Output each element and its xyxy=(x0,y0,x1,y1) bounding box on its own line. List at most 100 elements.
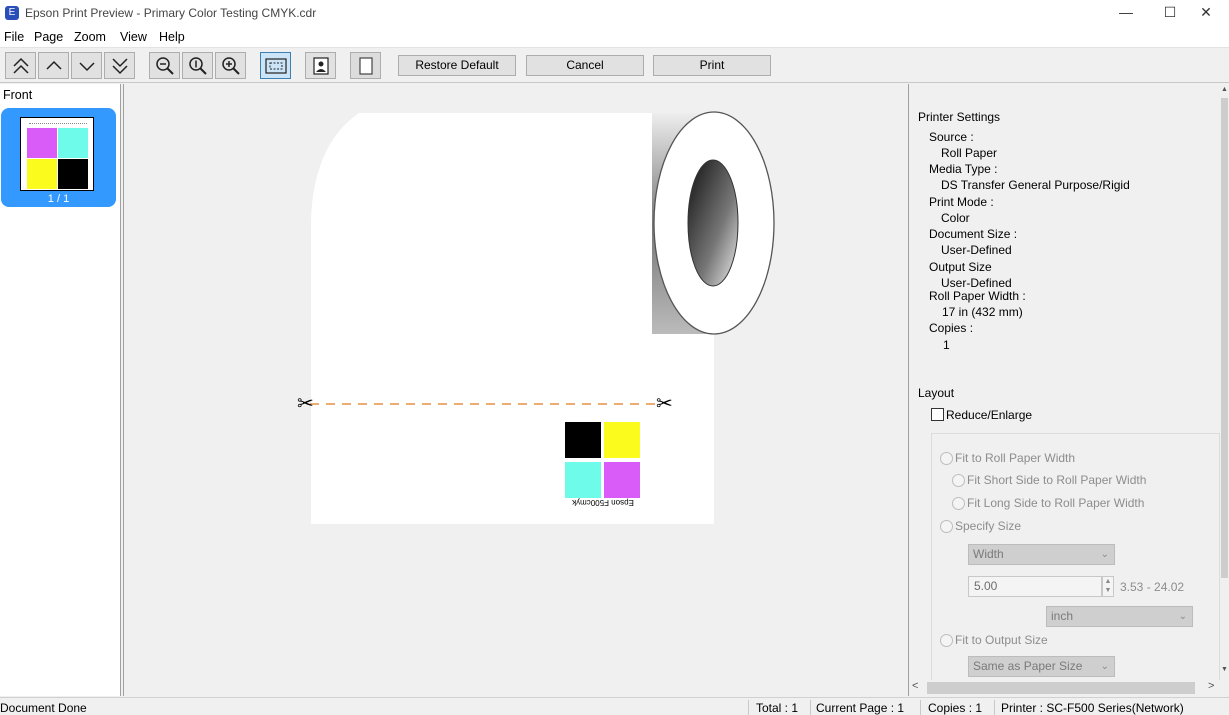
document-size-value: User-Defined xyxy=(941,243,1012,257)
horizontal-scroll-thumb[interactable] xyxy=(927,682,1195,694)
roll-width-label: Roll Paper Width : xyxy=(929,289,1026,303)
output-size-select[interactable]: Same as Paper Size ⌄ xyxy=(968,656,1115,677)
specify-size-label: Specify Size xyxy=(955,519,1022,533)
reduce-enlarge-checkbox[interactable] xyxy=(931,408,944,421)
roll-width-value: 17 in (432 mm) xyxy=(942,305,1023,319)
title-bar: E Epson Print Preview - Primary Color Te… xyxy=(0,0,1229,27)
dimension-select-value: Width xyxy=(973,547,1004,561)
status-bar: Document Done Total : 1 Current Page : 1… xyxy=(0,697,1229,715)
toolbar: Restore Default Cancel Print xyxy=(0,49,1229,83)
page-outline-icon xyxy=(358,56,373,75)
size-stepper[interactable]: ▲ ▼ xyxy=(1102,576,1114,597)
scroll-left-arrow-icon[interactable]: < xyxy=(912,680,918,692)
fit-to-window-button[interactable] xyxy=(260,52,291,79)
minimize-icon[interactable]: — xyxy=(1103,0,1149,27)
next-page-button[interactable] xyxy=(71,52,102,79)
media-type-value: DS Transfer General Purpose/Rigid xyxy=(941,178,1130,192)
roll-core xyxy=(687,159,739,287)
close-icon[interactable]: ✕ xyxy=(1183,0,1229,27)
reduce-enlarge-label: Reduce/Enlarge xyxy=(946,408,1033,422)
page-indicator: 1 / 1 xyxy=(47,193,70,205)
last-page-button[interactable] xyxy=(104,52,135,79)
zoom-actual-icon xyxy=(188,56,207,75)
chevron-down-icon xyxy=(78,61,95,71)
chevron-down-icon: ⌄ xyxy=(1100,661,1109,672)
settings-pane: Printer Settings Source : Roll Paper Med… xyxy=(908,84,1229,696)
page-outline-button[interactable] xyxy=(350,52,381,79)
epson-app-icon: E xyxy=(5,6,19,20)
fit-output-size-label: Fit to Output Size xyxy=(955,633,1048,647)
status-message: Document Done xyxy=(0,701,87,715)
status-current-page: Current Page : 1 xyxy=(816,701,905,715)
fit-short-side-radio[interactable] xyxy=(952,474,965,487)
unit-select[interactable]: inch ⌄ xyxy=(1046,606,1193,627)
output-size-select-value: Same as Paper Size xyxy=(973,659,1083,673)
fit-long-side-radio[interactable] xyxy=(952,497,965,510)
thumbnail-swatch-yellow xyxy=(27,159,57,189)
menu-file[interactable]: File xyxy=(4,30,24,44)
specify-size-radio[interactable] xyxy=(940,520,953,533)
fit-output-size-radio[interactable] xyxy=(940,634,953,647)
scroll-right-arrow-icon[interactable]: > xyxy=(1208,680,1214,692)
source-value: Roll Paper xyxy=(941,146,998,160)
size-input[interactable]: 5.00 xyxy=(968,576,1102,597)
zoom-out-button[interactable] xyxy=(149,52,180,79)
cancel-button[interactable]: Cancel xyxy=(526,55,644,76)
settings-horizontal-scrollbar[interactable]: < > xyxy=(909,680,1220,696)
copies-label: Copies : xyxy=(929,321,974,335)
menu-view[interactable]: View xyxy=(120,30,147,44)
preview-area: ✂ ✂ Epson F500cmyk xyxy=(123,84,904,696)
settings-vertical-scrollbar[interactable]: ▲ ▼ xyxy=(1220,84,1229,680)
menu-zoom[interactable]: Zoom xyxy=(74,30,106,44)
print-mode-value: Color xyxy=(941,211,970,225)
actual-size-button[interactable] xyxy=(182,52,213,79)
print-mode-label: Print Mode : xyxy=(929,195,994,209)
swatch-black xyxy=(565,422,601,458)
fit-roll-width-radio[interactable] xyxy=(940,452,953,465)
front-heading: Front xyxy=(3,88,33,102)
swatch-yellow xyxy=(604,422,640,458)
layout-options-group: Fit to Roll Paper Width Fit Short Side t… xyxy=(931,433,1220,683)
image-view-icon xyxy=(312,56,329,75)
source-label: Source : xyxy=(929,130,974,144)
menu-help[interactable]: Help xyxy=(159,30,185,44)
first-page-button[interactable] xyxy=(5,52,36,79)
vertical-scroll-thumb[interactable] xyxy=(1221,98,1228,578)
previous-page-button[interactable] xyxy=(38,52,69,79)
roll-paper-preview: ✂ ✂ Epson F500cmyk xyxy=(297,111,775,524)
window-title: Epson Print Preview - Primary Color Test… xyxy=(25,6,317,20)
status-separator xyxy=(920,700,921,715)
size-range-hint: 3.53 - 24.02 xyxy=(1120,580,1185,594)
status-separator xyxy=(748,700,749,715)
document-size-label: Document Size : xyxy=(929,227,1018,241)
image-view-button[interactable] xyxy=(305,52,336,79)
swatch-cyan xyxy=(565,462,601,498)
scissors-right-icon: ✂ xyxy=(656,393,673,415)
chevron-down-icon: ⌄ xyxy=(1178,611,1187,622)
swatch-magenta xyxy=(604,462,640,498)
scroll-down-arrow-icon[interactable]: ▼ xyxy=(1220,666,1229,673)
page-thumbnail[interactable]: 1 / 1 xyxy=(1,108,116,207)
restore-default-button[interactable]: Restore Default xyxy=(398,55,516,76)
printer-settings-heading: Printer Settings xyxy=(918,110,1001,124)
scroll-up-arrow-icon[interactable]: ▲ xyxy=(1220,86,1229,93)
thumbnail-swatch-black xyxy=(58,159,88,189)
fit-window-icon xyxy=(264,57,287,74)
menu-bar: File Page Zoom View Help xyxy=(0,27,1229,48)
status-total: Total : 1 xyxy=(756,701,799,715)
fit-short-side-label: Fit Short Side to Roll Paper Width xyxy=(967,473,1147,487)
double-chevron-up-icon xyxy=(12,57,29,74)
print-button[interactable]: Print xyxy=(653,55,771,76)
media-type-label: Media Type : xyxy=(929,162,998,176)
dimension-select[interactable]: Width ⌄ xyxy=(968,544,1115,565)
thumbnail-swatch-cyan xyxy=(58,128,88,158)
fit-long-side-label: Fit Long Side to Roll Paper Width xyxy=(967,496,1145,510)
scissors-left-icon: ✂ xyxy=(297,393,314,415)
thumbnail-pane: Front 1 / 1 xyxy=(0,84,121,696)
status-separator xyxy=(810,700,811,715)
print-label-text: Epson F500cmyk xyxy=(571,498,634,507)
menu-page[interactable]: Page xyxy=(34,30,63,44)
zoom-in-button[interactable] xyxy=(215,52,246,79)
layout-heading: Layout xyxy=(918,386,955,400)
chevron-up-icon xyxy=(45,60,62,70)
